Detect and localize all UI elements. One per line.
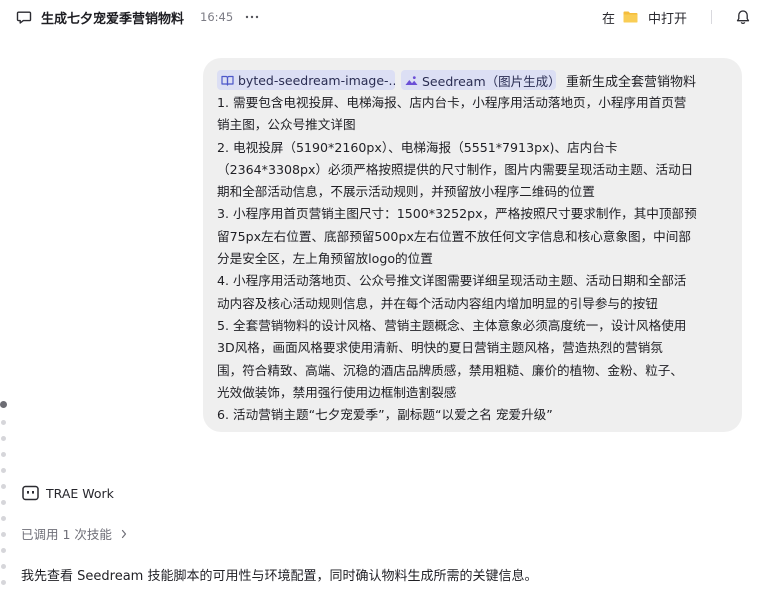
skill-chip-seedream[interactable]: Seedream（图片生成）	[401, 70, 556, 90]
more-horizontal-icon[interactable]	[243, 9, 261, 25]
chevron-right-icon	[121, 529, 127, 538]
chat-page: 生成七夕宠爱季营销物料 16:45 在 中打开 byted-seedream-i…	[0, 0, 764, 597]
chat-bubble-icon	[16, 11, 32, 24]
message-line: 围，符合精致、高端、沉稳的酒店品牌质感，禁用粗糙、廉价的植物、金粉、粒子、	[217, 362, 683, 378]
scroll-dot[interactable]	[1, 420, 6, 425]
message-line: 光效做装饰，禁用强行使用边框制造割裂感	[217, 384, 457, 400]
message-line: 销主图，公众号推文详图	[217, 117, 356, 133]
scroll-dot[interactable]	[1, 436, 6, 441]
message-line: 留75px左右位置、底部预留500px左右位置不放任何文字信息和核心意象图，中间…	[217, 228, 691, 244]
message-tag-row: byted-seedream-image-... Seedream（图片生成） …	[217, 69, 728, 91]
agent-name: TRAE Work	[46, 485, 114, 501]
scroll-dot[interactable]	[1, 484, 6, 489]
scroll-dot[interactable]	[1, 452, 6, 457]
open-in-folder-button[interactable]: 在 中打开	[594, 3, 698, 31]
agent-reply-text: 我先查看 Seedream 技能脚本的可用性与环境配置，同时确认物料生成所需的关…	[21, 569, 538, 584]
scroll-dot[interactable]	[0, 401, 7, 408]
message-line: 期和全部活动信息，不展示活动规则，并预留放小程序二维码的位置	[217, 184, 595, 200]
message-line: 分是安全区，左上角预留放logo的位置	[217, 251, 433, 267]
skill-chip-seedream-image[interactable]: byted-seedream-image-...	[217, 70, 395, 90]
chat-header: 生成七夕宠爱季营销物料 16:45 在 中打开	[0, 0, 764, 34]
scroll-dot[interactable]	[1, 500, 6, 505]
open-in-prefix: 在	[602, 11, 616, 27]
trae-logo-icon	[22, 485, 39, 501]
message-line: 动内容及核心活动规则信息，并在每个活动内容组内增加明显的引导参与的按钮	[217, 295, 658, 311]
timestamp: 16:45	[200, 10, 234, 24]
message-line: 3D风格，画面风格要求使用清新、明快的夏日营销主题风格，营造热烈的营销氛	[217, 340, 663, 356]
header-divider	[711, 10, 712, 24]
folder-icon	[623, 11, 638, 23]
image-icon	[405, 75, 418, 85]
open-in-label: 中打开	[648, 11, 688, 27]
book-icon	[221, 75, 234, 86]
scroll-dot[interactable]	[1, 548, 6, 553]
user-message-bubble: byted-seedream-image-... Seedream（图片生成） …	[203, 58, 742, 432]
scroll-dot[interactable]	[1, 564, 6, 569]
skills-used-toggle[interactable]: 已调用 1 次技能	[21, 524, 128, 543]
message-line: 5. 全套营销物料的设计风格、营销主题概念、主体意象必须高度统一，设计风格使用	[217, 317, 687, 333]
message-line: 2. 电视投屏（5190*2160px）、电梯海报（5551*7913px)、店…	[217, 139, 618, 155]
message-intro: 重新生成全套营销物料	[566, 74, 697, 90]
message-line: 3. 小程序用首页营销主图尺寸：1500*3252px，严格按照尺寸要求制作，其…	[217, 206, 697, 222]
page-title: 生成七夕宠爱季营销物料	[41, 12, 185, 27]
scroll-dot[interactable]	[1, 516, 6, 521]
scroll-indicator[interactable]	[0, 398, 8, 597]
skill-chip-label: byted-seedream-image-...	[238, 72, 395, 88]
message-line: 4. 小程序用活动落地页、公众号推文详图需要详细呈现活动主题、活动日期和全部活	[217, 273, 687, 289]
message-body: 1. 需要包含电视投屏、电梯海报、店内台卡，小程序用活动落地页，小程序用首页营 …	[217, 92, 728, 426]
message-line: 6. 活动营销主题“七夕宠爱季”，副标题“以爱之名 宠爱升级”	[217, 407, 553, 423]
message-line: 1. 需要包含电视投屏、电梯海报、店内台卡，小程序用活动落地页，小程序用首页营	[217, 95, 687, 110]
agent-header: TRAE Work	[22, 485, 114, 501]
message-line: （2364*3308px）必须严格按照提供的尺寸制作，图片内需要呈现活动主题、活…	[217, 161, 694, 177]
scroll-dot[interactable]	[1, 468, 6, 473]
scroll-dot[interactable]	[1, 532, 6, 537]
skill-chip-label: Seedream（图片生成）	[422, 73, 556, 89]
scroll-dot[interactable]	[1, 580, 6, 585]
bell-icon[interactable]	[736, 9, 750, 25]
skills-used-label: 已调用 1 次技能	[21, 527, 112, 542]
